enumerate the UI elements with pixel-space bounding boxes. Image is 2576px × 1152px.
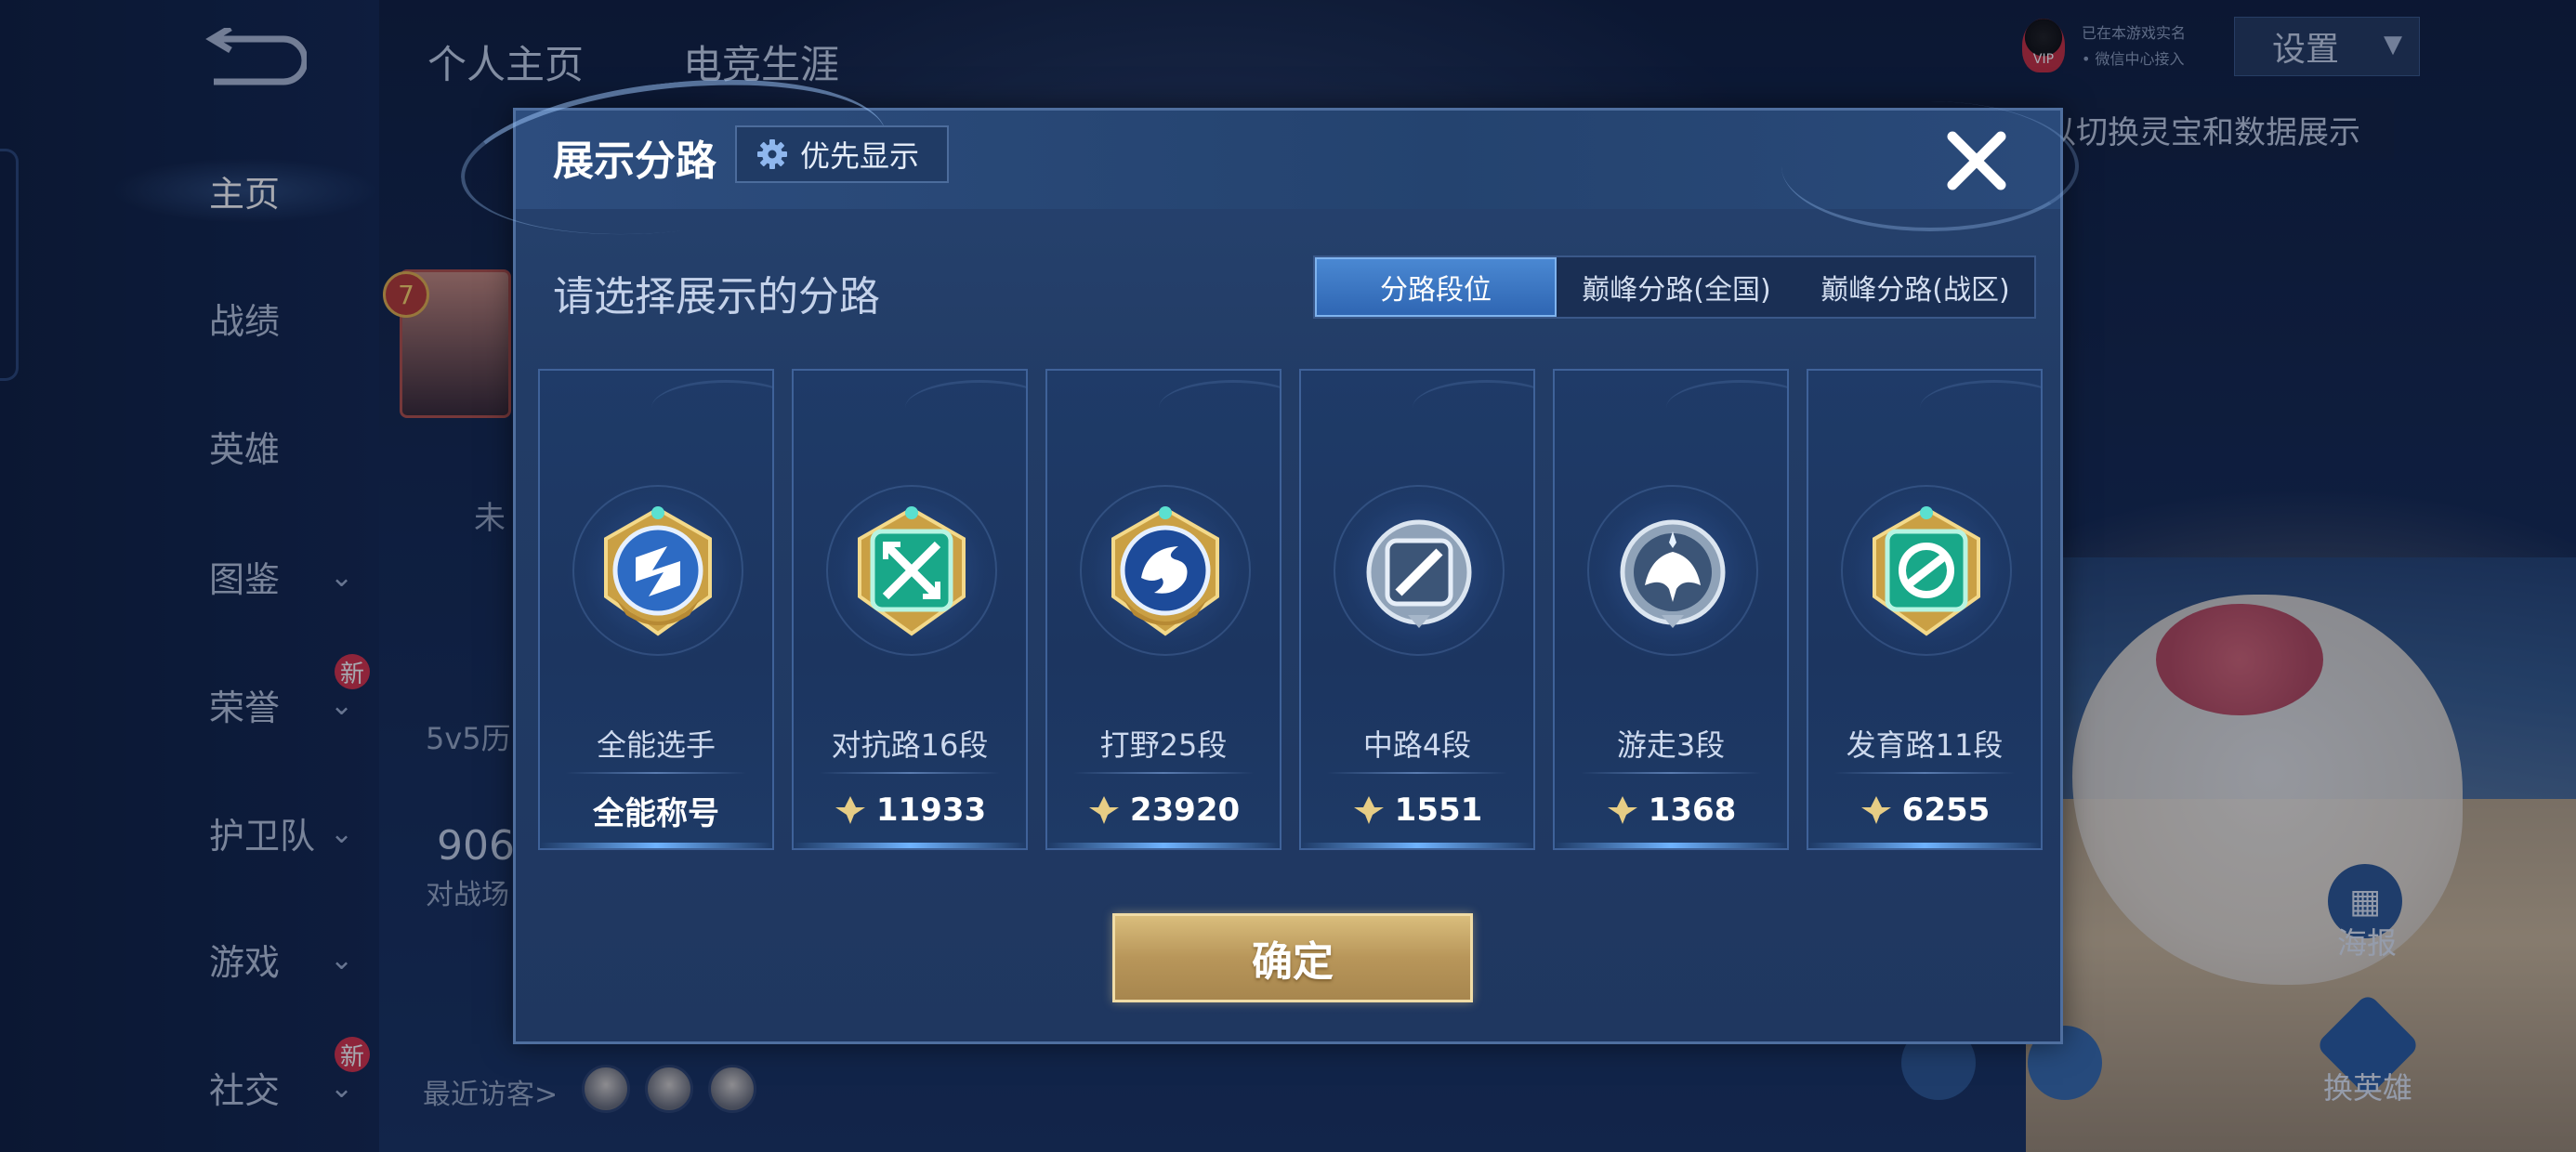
lane-value-text: 1368 [1648,792,1737,829]
lane-name: 发育路11段 [1846,727,2004,763]
badge-halo [1072,478,1258,663]
lane-mode-tabs: 分路段位 巅峰分路(全国) 巅峰分路(战区) [1313,255,2036,319]
lane-name: 全能选手 [596,727,716,763]
card-decoration [1413,380,1533,436]
confirm-button[interactable]: 确定 [1112,913,1473,1002]
badge-halo [1326,478,1512,663]
lane-score: 11933 [794,787,1026,833]
gear-icon [757,139,787,169]
lane-value-text: 全能称号 [593,794,719,832]
roam-badge-icon [1620,519,1726,628]
jungle-badge-icon [1111,506,1219,636]
clash-lane-badge-icon [858,506,966,636]
card-decoration [905,380,1026,436]
dialog-title: 展示分路 [553,137,716,185]
tab-label: 巅峰分路(全国) [1582,274,1771,307]
card-divider [1327,772,1507,774]
badge-halo [1833,478,2019,663]
lane-card-farm[interactable]: 发育路11段 6255 [1807,369,2043,850]
lane-card-jungle[interactable]: 打野25段 23920 [1045,369,1281,850]
all-round-badge-icon [604,506,712,636]
card-divider [1581,772,1761,774]
lane-score: 23920 [1047,787,1280,833]
lane-card-mid[interactable]: 中路4段 1551 [1299,369,1535,850]
badge-halo [819,478,1005,663]
lane-name: 对抗路16段 [831,727,989,763]
lane-score: 6255 [1808,787,2041,833]
lane-title-value: 全能称号 [540,787,772,833]
score-icon [1607,796,1637,824]
display-lane-dialog: 展示分路 优先显示 请选择展示的分路 分路段位 巅峰分路(全国) 巅峰分路(战区… [453,60,2079,1044]
card-divider [1834,772,2015,774]
lane-value-text: 11933 [875,792,987,829]
score-icon [1860,796,1891,824]
confirm-label: 确定 [1252,938,1334,986]
lane-value-text: 1551 [1394,792,1483,829]
lane-card-list: 全能选手 全能称号 对抗路16段 11933 打野25段 23920 中路4段 … [538,369,2044,852]
card-divider [566,772,746,774]
tab-label: 巅峰分路(战区) [1820,274,2010,307]
badge-halo [1580,478,1766,663]
card-decoration [1666,380,1787,436]
lane-score: 1368 [1555,787,1787,833]
score-icon [1088,796,1119,824]
lane-card-roam[interactable]: 游走3段 1368 [1553,369,1789,850]
score-icon [835,796,865,824]
lane-value-text: 6255 [1901,792,1991,829]
lane-name: 中路4段 [1362,727,1472,763]
card-divider [820,772,1000,774]
score-icon [1353,796,1384,824]
lane-card-all-round[interactable]: 全能选手 全能称号 [538,369,774,850]
close-icon[interactable] [1941,125,2012,196]
lane-value-text: 23920 [1129,792,1241,829]
dialog-subtitle: 请选择展示的分路 [553,273,880,321]
priority-display-label: 优先显示 [800,138,920,174]
lane-name: 打野25段 [1099,727,1228,763]
tab-peak-region[interactable]: 巅峰分路(战区) [1796,257,2034,317]
header-swirl-decoration [1781,101,2079,231]
tab-peak-national[interactable]: 巅峰分路(全国) [1557,257,1796,317]
badge-halo [565,478,751,663]
farm-lane-badge-icon [1873,506,1980,636]
card-decoration [651,380,772,436]
mid-lane-badge-icon [1366,519,1472,628]
card-divider [1073,772,1254,774]
card-decoration [1920,380,2041,436]
lane-card-clash[interactable]: 对抗路16段 11933 [792,369,1028,850]
priority-display-button[interactable]: 优先显示 [735,125,949,183]
lane-score: 1551 [1301,787,1533,833]
lane-name: 游走3段 [1616,727,1726,763]
tab-lane-rank[interactable]: 分路段位 [1315,257,1557,317]
tab-label: 分路段位 [1380,274,1492,307]
card-decoration [1159,380,1280,436]
